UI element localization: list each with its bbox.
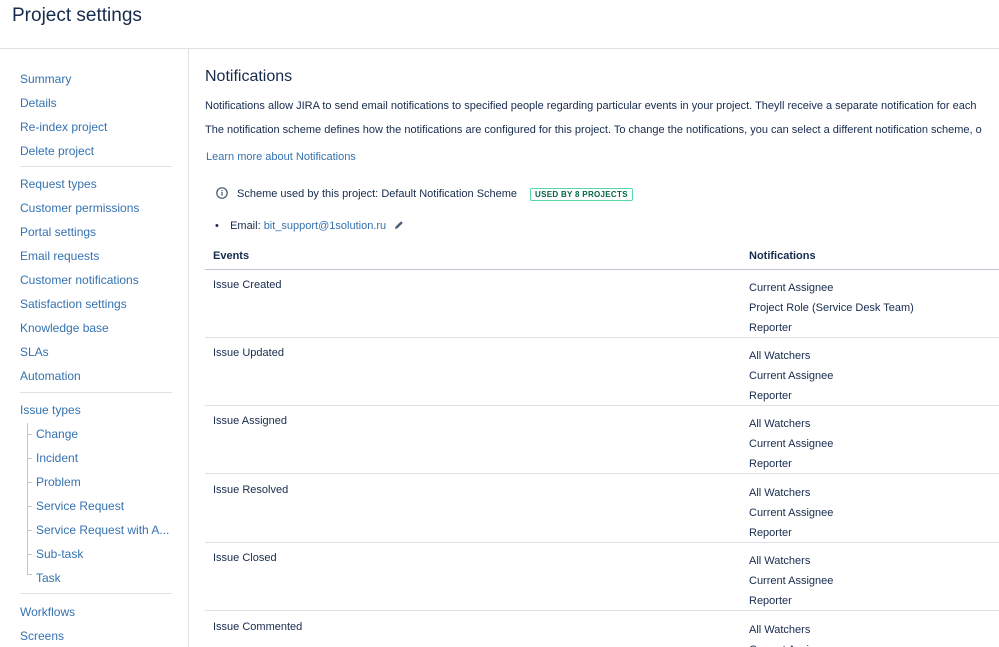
learn-more-link[interactable]: Learn more about Notifications <box>206 151 356 163</box>
notification-list: All Watchers Current Assignee <box>749 620 833 647</box>
sidebar-item-issue-types[interactable]: Issue types <box>20 402 81 418</box>
scheme-info: Scheme used by this project: Default Not… <box>237 187 517 201</box>
event-name: Issue Created <box>213 279 282 291</box>
bullet-icon: • <box>215 220 219 232</box>
sidebar-divider <box>20 593 172 594</box>
email-row: • Email: bit_support@1solution.ru <box>215 219 404 233</box>
events-column-header: Events <box>213 250 250 262</box>
email-label: Email: <box>230 220 261 232</box>
notification-item: Current Assignee <box>749 507 834 519</box>
notification-list: All Watchers Current Assignee Reporter <box>749 551 833 611</box>
description-paragraph: Notifications allow JIRA to send email n… <box>205 100 977 112</box>
tree-tick <box>27 554 32 555</box>
sidebar-item-problem[interactable]: Problem <box>36 474 81 490</box>
notification-list: All Watchers Current Assignee Reporter <box>749 414 833 474</box>
sidebar-item-knowledge-base[interactable]: Knowledge base <box>20 320 109 336</box>
scheme-label: Scheme used by this project: <box>237 188 379 200</box>
sidebar-item-portal-settings[interactable]: Portal settings <box>20 224 96 240</box>
info-icon <box>216 187 228 199</box>
event-name: Issue Closed <box>213 552 277 564</box>
table-header: Events Notifications <box>205 244 999 270</box>
section-title: Notifications <box>205 68 293 85</box>
tree-tick <box>27 482 32 483</box>
notification-item: Project Role (Service Desk Team) <box>749 302 914 314</box>
tree-tick <box>27 530 32 531</box>
sidebar-divider <box>20 166 172 167</box>
notification-item: Reporter <box>749 595 792 607</box>
notification-list: Current Assignee Project Role (Service D… <box>749 278 914 338</box>
pencil-icon[interactable] <box>394 220 404 230</box>
sidebar-item-summary[interactable]: Summary <box>20 71 71 87</box>
sidebar-item-incident[interactable]: Incident <box>36 450 78 466</box>
notification-list: All Watchers Current Assignee Reporter <box>749 483 833 543</box>
notification-item: Reporter <box>749 527 792 539</box>
scheme-usage-badge[interactable]: USED BY 8 PROJECTS <box>530 188 633 201</box>
notification-item: Current Assignee <box>749 438 834 450</box>
sidebar-item-automation[interactable]: Automation <box>20 368 81 384</box>
notification-item: Reporter <box>749 322 792 334</box>
table-row: Issue Commented All Watchers Current Ass… <box>205 612 999 647</box>
tree-tick <box>27 434 32 435</box>
table-row: Issue Resolved All Watchers Current Assi… <box>205 475 999 543</box>
sidebar-item-workflows[interactable]: Workflows <box>20 604 75 620</box>
sidebar-item-change[interactable]: Change <box>36 426 78 442</box>
page-title: Project settings <box>12 5 142 26</box>
sidebar-item-request-types[interactable]: Request types <box>20 176 97 192</box>
sidebar-divider <box>20 392 172 393</box>
event-name: Issue Resolved <box>213 484 289 496</box>
table-row: Issue Created Current Assignee Project R… <box>205 270 999 338</box>
sidebar-item-email-requests[interactable]: Email requests <box>20 248 99 264</box>
sidebar-item-reindex-project[interactable]: Re-index project <box>20 119 107 135</box>
email-link[interactable]: bit_support@1solution.ru <box>264 220 386 232</box>
event-name: Issue Updated <box>213 347 284 359</box>
sidebar-item-service-request[interactable]: Service Request <box>36 498 124 514</box>
event-name: Issue Commented <box>213 621 303 633</box>
page-header: Project settings <box>0 0 999 49</box>
description-paragraph: The notification scheme defines how the … <box>205 124 982 136</box>
sidebar-item-customer-notifications[interactable]: Customer notifications <box>20 272 139 288</box>
notification-item: Current Assignee <box>749 575 834 587</box>
sidebar-item-task[interactable]: Task <box>36 570 61 586</box>
tree-tick <box>27 458 32 459</box>
sidebar-item-delete-project[interactable]: Delete project <box>20 143 94 159</box>
notification-item: Reporter <box>749 390 792 402</box>
sidebar-item-customer-permissions[interactable]: Customer permissions <box>20 200 139 216</box>
notification-list: All Watchers Current Assignee Reporter <box>749 346 833 406</box>
notification-item: Current Assignee <box>749 370 834 382</box>
sidebar-item-service-request-with-approvals[interactable]: Service Request with A... <box>36 522 169 538</box>
tree-tick <box>27 574 32 575</box>
sidebar-item-satisfaction-settings[interactable]: Satisfaction settings <box>20 296 127 312</box>
main-content: Notifications Notifications allow JIRA t… <box>189 49 999 647</box>
sidebar-item-slas[interactable]: SLAs <box>20 344 49 360</box>
table-row: Issue Updated All Watchers Current Assig… <box>205 338 999 406</box>
scheme-name: Default Notification Scheme <box>381 188 518 200</box>
tree-line <box>27 423 28 574</box>
notifications-column-header: Notifications <box>749 250 816 262</box>
table-row: Issue Closed All Watchers Current Assign… <box>205 543 999 611</box>
table-row: Issue Assigned All Watchers Current Assi… <box>205 406 999 474</box>
notification-item: Reporter <box>749 458 792 470</box>
event-name: Issue Assigned <box>213 415 287 427</box>
sidebar-item-sub-task[interactable]: Sub-task <box>36 546 83 562</box>
sidebar-item-details[interactable]: Details <box>20 95 57 111</box>
sidebar-item-screens[interactable]: Screens <box>20 628 64 644</box>
sidebar: Summary Details Re-index project Delete … <box>0 49 189 647</box>
tree-tick <box>27 506 32 507</box>
